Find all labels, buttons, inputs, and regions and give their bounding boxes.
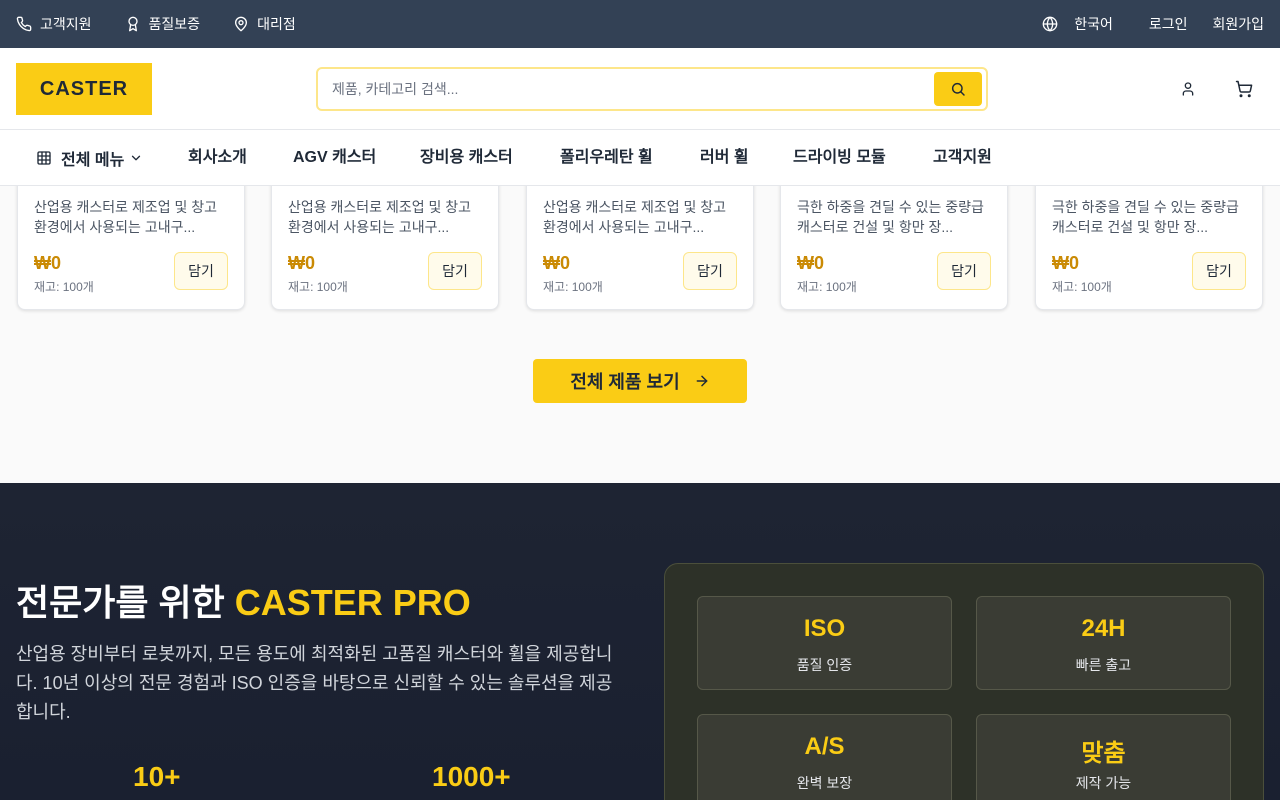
feature-card: 24H 빠른 출고 [976, 596, 1231, 690]
product-stock: 재고: 100개 [1052, 280, 1112, 294]
top-bar: 고객지원 품질보증 대리점 한국어 로그인 회원가입 [0, 0, 1280, 48]
product-grid: 산업용 캐스터로 제조업 및 창고 환경에서 사용되는 고내구... ₩0 재고… [0, 166, 1280, 312]
dealer-label: 대리점 [257, 16, 296, 32]
all-menu-button[interactable]: 전체 메뉴 [36, 130, 143, 186]
product-stock: 재고: 100개 [797, 280, 857, 294]
map-pin-icon [235, 16, 248, 32]
stat-years: 10+ [133, 761, 181, 792]
quality-link[interactable]: 품질보증 [125, 14, 201, 34]
feature-title: ISO [803, 615, 846, 642]
arrow-right-icon [696, 375, 708, 387]
shopping-cart-icon [1235, 80, 1253, 98]
language-label: 한국어 [1074, 16, 1113, 32]
cart-button[interactable] [1234, 79, 1254, 99]
product-card[interactable]: 극한 하중을 견딜 수 있는 중량급 캐스터로 건설 및 항만 장... ₩0 … [1035, 166, 1263, 310]
features-panel: ISO 품질 인증 24H 빠른 출고 A/S 완벽 보장 맞춤 제작 가능 [664, 563, 1264, 800]
feature-title: 24H [1081, 615, 1126, 642]
pro-description: 산업용 장비부터 로봇까지, 모든 용도에 최적화된 고품질 캐스터와 휠을 제… [16, 644, 613, 722]
search-bar [316, 67, 988, 111]
chevron-down-icon [132, 155, 141, 161]
product-description: 극한 하중을 견딜 수 있는 중량급 캐스터로 건설 및 항만 장... [797, 199, 984, 235]
product-card[interactable]: 산업용 캐스터로 제조업 및 창고 환경에서 사용되는 고내구... ₩0 재고… [17, 166, 245, 310]
user-icon [1182, 82, 1194, 96]
feature-title: A/S [804, 733, 845, 760]
nav-item-equipment-caster[interactable]: 장비용 캐스터 [420, 130, 513, 186]
product-price: ₩0 [1052, 253, 1079, 273]
stat-products: 1000+ [432, 761, 511, 792]
feature-subtitle: 제작 가능 [1075, 775, 1132, 791]
product-price: ₩0 [543, 253, 570, 273]
product-stock: 재고: 100개 [288, 280, 348, 294]
add-to-cart-button[interactable]: 담기 [174, 252, 228, 290]
pro-title: 전문가를 위한 CASTER PRO [16, 574, 471, 626]
product-description: 산업용 캐스터로 제조업 및 창고 환경에서 사용되는 고내구... [288, 199, 471, 235]
feature-card: ISO 품질 인증 [697, 596, 952, 690]
globe-icon [1042, 16, 1058, 32]
product-stock: 재고: 100개 [543, 280, 603, 294]
feature-card: A/S 완벽 보장 [697, 714, 952, 800]
pro-title-highlight: CASTER PRO [234, 582, 471, 623]
feature-title: 맞춤 [1081, 740, 1126, 767]
feature-subtitle: 완벽 보장 [796, 775, 853, 791]
add-to-cart-button[interactable]: 담기 [1192, 252, 1246, 290]
add-to-cart-button[interactable]: 담기 [937, 252, 991, 290]
add-to-cart-button[interactable]: 담기 [428, 252, 482, 290]
product-description: 산업용 캐스터로 제조업 및 창고 환경에서 사용되는 고내구... [543, 199, 726, 235]
product-description: 극한 하중을 견딜 수 있는 중량급 캐스터로 건설 및 항만 장... [1052, 199, 1239, 235]
main-nav: 전체 메뉴 회사소개 AGV 캐스터 장비용 캐스터 폴리우레탄 휠 러버 휠 … [0, 130, 1280, 186]
feature-subtitle: 빠른 출고 [1075, 657, 1132, 673]
add-to-cart-button[interactable]: 담기 [683, 252, 737, 290]
award-icon [127, 16, 138, 32]
nav-item-company[interactable]: 회사소개 [188, 130, 247, 186]
product-card[interactable]: 산업용 캐스터로 제조업 및 창고 환경에서 사용되는 고내구... ₩0 재고… [271, 166, 499, 310]
login-link[interactable]: 로그인 [1149, 14, 1188, 34]
nav-item-agv-caster[interactable]: AGV 캐스터 [293, 130, 376, 186]
all-menu-label: 전체 메뉴 [61, 152, 125, 169]
logo[interactable]: CASTER [16, 63, 152, 115]
support-link[interactable]: 고객지원 [16, 14, 92, 34]
product-card[interactable]: 극한 하중을 견딜 수 있는 중량급 캐스터로 건설 및 항만 장... ₩0 … [780, 166, 1008, 310]
pro-title-prefix: 전문가를 위한 [16, 582, 235, 623]
quality-label: 품질보증 [148, 16, 201, 32]
user-button[interactable] [1178, 79, 1198, 99]
nav-item-polyurethane-wheel[interactable]: 폴리우레탄 휠 [560, 130, 653, 186]
support-label: 고객지원 [40, 16, 92, 32]
feature-subtitle: 품질 인증 [796, 657, 853, 673]
feature-card: 맞춤 제작 가능 [976, 714, 1231, 800]
language-selector[interactable]: 한국어 [1042, 14, 1113, 34]
product-card[interactable]: 산업용 캐스터로 제조업 및 창고 환경에서 사용되는 고내구... ₩0 재고… [526, 166, 754, 310]
signup-link[interactable]: 회원가입 [1212, 14, 1264, 34]
nav-item-rubber-wheel[interactable]: 러버 휠 [700, 130, 749, 186]
nav-item-driving-module[interactable]: 드라이빙 모듈 [793, 130, 886, 186]
search-button[interactable] [934, 72, 982, 106]
product-price: ₩0 [288, 253, 315, 273]
product-price: ₩0 [34, 253, 61, 273]
site-header: CASTER [0, 48, 1280, 130]
product-price: ₩0 [797, 253, 824, 273]
search-icon [951, 82, 965, 96]
product-stock: 재고: 100개 [34, 280, 94, 294]
pro-section: 전문가를 위한 CASTER PRO 산업용 장비부터 로봇까지, 모든 용도에… [0, 483, 1280, 800]
search-input[interactable] [332, 77, 922, 101]
phone-icon [16, 16, 32, 32]
product-description: 산업용 캐스터로 제조업 및 창고 환경에서 사용되는 고내구... [34, 199, 217, 235]
dealer-link[interactable]: 대리점 [233, 14, 296, 34]
view-all-products-button[interactable]: 전체 제품 보기 [533, 359, 747, 403]
view-all-label: 전체 제품 보기 [570, 372, 680, 392]
nav-item-support[interactable]: 고객지원 [933, 130, 992, 186]
grid-icon [37, 151, 51, 165]
